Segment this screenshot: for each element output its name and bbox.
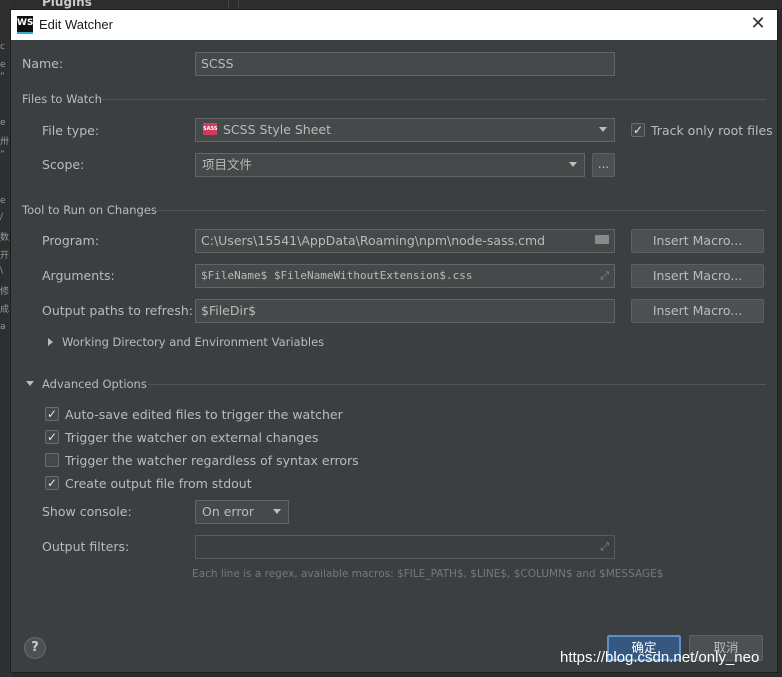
track-root-label: Track only root files	[651, 123, 773, 138]
output-insert-macro-button[interactable]: Insert Macro...	[631, 299, 764, 323]
external-changes-checkbox[interactable]: ✓	[45, 430, 59, 444]
scope-dropdown[interactable]: 项目文件	[195, 153, 585, 177]
working-directory-label: Working Directory and Environment Variab…	[62, 335, 325, 349]
ghost-char: \	[0, 266, 4, 276]
edit-watcher-dialog: WS Edit Watcher ✕ Name: SCSS Files to Wa…	[10, 9, 778, 673]
tool-heading: Tool to Run on Changes	[22, 203, 157, 217]
show-console-value: On error	[202, 504, 254, 519]
output-filters-label: Output filters:	[42, 539, 130, 554]
stdout-checkbox[interactable]: ✓	[45, 476, 59, 490]
title-bar[interactable]: WS Edit Watcher ✕	[11, 10, 777, 40]
chevron-right-icon	[48, 338, 53, 346]
section-divider	[102, 99, 766, 100]
ide-separator	[228, 0, 229, 9]
ghost-char: /	[0, 212, 4, 222]
scope-value: 项目文件	[202, 157, 253, 172]
chevron-down-icon	[26, 381, 34, 386]
sass-file-icon: SASS	[203, 123, 217, 135]
program-value: C:\Users\15541\AppData\Roaming\npm\node-…	[201, 233, 546, 248]
program-label: Program:	[42, 233, 99, 248]
ghost-char: 修	[0, 287, 10, 297]
show-console-label: Show console:	[42, 504, 132, 519]
chevron-down-icon	[599, 127, 607, 132]
scope-label: Scope:	[42, 157, 85, 172]
auto-save-checkbox[interactable]: ✓	[45, 407, 59, 421]
program-input[interactable]: C:\Users\15541\AppData\Roaming\npm\node-…	[195, 229, 615, 253]
ide-separator	[238, 0, 239, 9]
show-console-dropdown[interactable]: On error	[195, 500, 289, 524]
chevron-down-icon	[273, 509, 281, 514]
track-root-checkbox[interactable]: ✓	[631, 123, 645, 137]
webstorm-logo-icon: WS	[17, 16, 33, 34]
scope-browse-button[interactable]: ...	[592, 153, 615, 177]
folder-icon[interactable]	[595, 235, 609, 244]
stdout-label: Create output file from stdout	[65, 476, 252, 491]
files-to-watch-heading: Files to Watch	[22, 92, 102, 106]
file-type-label: File type:	[42, 123, 100, 138]
syntax-errors-label: Trigger the watcher regardless of syntax…	[65, 453, 359, 468]
arguments-value: $FileName$ $FileNameWithoutExtension$.cs…	[201, 269, 473, 282]
name-label: Name:	[22, 56, 64, 71]
ghost-char: e	[0, 60, 6, 70]
ghost-char: 成	[0, 305, 10, 315]
file-type-value: SCSS Style Sheet	[223, 122, 332, 137]
output-paths-label: Output paths to refresh:	[42, 303, 193, 318]
plugins-label: Plugins	[42, 0, 92, 9]
program-insert-macro-button[interactable]: Insert Macro...	[631, 229, 764, 253]
advanced-options-heading: Advanced Options	[42, 377, 147, 391]
external-changes-label: Trigger the watcher on external changes	[65, 430, 319, 445]
close-icon[interactable]: ✕	[747, 13, 769, 35]
section-divider	[148, 384, 766, 385]
output-filters-input[interactable]: ⤢	[195, 535, 615, 559]
ghost-char: 数	[0, 233, 10, 243]
expand-icon[interactable]: ⤢	[600, 265, 609, 287]
arguments-input[interactable]: $FileName$ $FileNameWithoutExtension$.cs…	[195, 264, 615, 288]
ghost-char: ”	[0, 72, 5, 82]
ghost-char: e	[0, 118, 6, 128]
output-filters-hint: Each line is a regex, available macros: …	[192, 568, 664, 580]
arguments-label: Arguments:	[42, 268, 115, 283]
ghost-char: a	[0, 322, 6, 332]
ghost-char: c	[0, 42, 5, 52]
dialog-title: Edit Watcher	[39, 17, 113, 32]
chevron-down-icon	[569, 162, 577, 167]
ghost-char: e	[0, 196, 6, 206]
ghost-char: 卅	[0, 137, 10, 147]
ghost-char: 开	[0, 251, 10, 261]
auto-save-label: Auto-save edited files to trigger the wa…	[65, 407, 343, 422]
output-paths-input[interactable]: $FileDir$	[195, 299, 615, 323]
ide-background-header: Plugins	[10, 0, 782, 9]
syntax-errors-checkbox[interactable]	[45, 453, 59, 467]
expand-icon[interactable]: ⤢	[600, 536, 609, 558]
arguments-insert-macro-button[interactable]: Insert Macro...	[631, 264, 764, 288]
file-type-dropdown[interactable]: SASS SCSS Style Sheet	[195, 118, 615, 142]
section-divider	[157, 210, 766, 211]
name-input[interactable]: SCSS	[195, 52, 615, 76]
help-button[interactable]: ?	[24, 637, 46, 659]
ghost-char: ”	[0, 150, 5, 160]
watermark-text: https://blog.csdn.net/only_neo	[560, 649, 760, 666]
